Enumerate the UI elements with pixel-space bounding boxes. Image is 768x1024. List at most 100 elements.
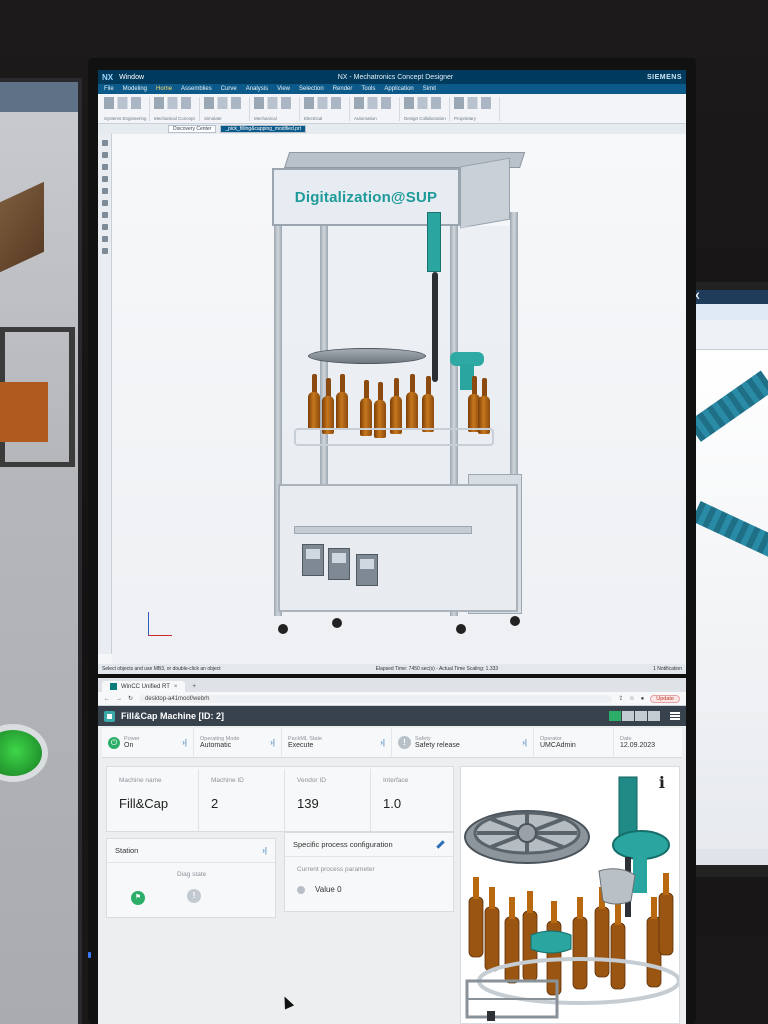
nx-title-bar: NX Window NX - Mechatronics Concept Desi… [98,70,686,84]
nx-3d-viewport[interactable]: Digitalization@SUP [112,134,686,664]
menu-tools[interactable]: Tools [361,86,375,92]
forward-icon[interactable]: → [116,696,122,702]
menu-application[interactable]: Application [384,86,413,92]
power-status[interactable]: ⏻ Power On ›| [102,728,194,757]
bottle-model [336,374,348,430]
ribbon-group[interactable]: Mechanical Concept [154,97,200,121]
edit-pencil-icon[interactable] [436,840,445,849]
resource-icon[interactable] [101,212,108,218]
resource-icon[interactable] [101,152,108,158]
nx-window: NX Window NX - Mechatronics Concept Desi… [98,70,686,674]
resource-icon[interactable] [101,248,108,254]
profile-icon[interactable]: ● [641,696,645,702]
hamburger-menu-icon[interactable] [670,712,680,720]
menu-file[interactable]: File [104,86,114,92]
machine-foot [332,618,342,628]
menu-assemblies[interactable]: Assemblies [181,86,212,92]
machine-info-card: Machine name Fill&Cap Machine ID 2 Vendo… [106,766,454,832]
machine-foot [510,616,520,626]
ribbon-group[interactable]: Proprietary [454,97,500,121]
machine-sign-side [460,157,510,229]
station-header[interactable]: Station ›| [107,839,275,863]
machine-status-bar: ⏻ Power On ›| Operating Mode Automatic ›| … [102,728,682,758]
left-monitor-toolbar [0,82,78,112]
app-header: Fill&Cap Machine [ID: 2] [98,706,686,726]
process-param-row: Value 0 [297,885,342,894]
state-indicator [609,711,660,721]
ribbon-group[interactable]: Simulate [204,97,250,121]
chevron-right-icon: ›| [262,846,267,855]
bookmark-star-icon[interactable]: ☆ [629,695,634,702]
wincc-browser-window: WinCC Unified RT × + ← → ↻ desktop-a41mo… [98,678,686,1024]
vendor-id-value: 139 [297,796,319,811]
green-button-icon[interactable] [0,724,48,782]
notification-count[interactable]: 1 Notification [653,666,682,672]
nx-menu-bar: File Modeling Home Assemblies Curve Anal… [98,84,686,94]
nx-logo: NX [102,72,114,82]
orange-crate-model [0,382,48,442]
info-icon[interactable]: i [659,773,665,792]
safety-status[interactable]: ! Safety Safety release ›| [392,728,534,757]
bottle-model [422,376,434,432]
menu-render[interactable]: Render [333,86,353,92]
process-config-header[interactable]: Specific process configuration [285,833,453,857]
resource-icon[interactable] [101,200,108,206]
packml-state-status[interactable]: PackML State Execute ›| [282,728,392,757]
resource-icon[interactable] [101,224,108,230]
sign-text: Digitalization@SUP [294,188,438,206]
ribbon-group[interactable]: Systems Engineering [104,97,150,121]
diag-state-label: Diag state [177,871,207,878]
right-menu-bar [684,304,768,320]
window-menu[interactable]: Window [119,74,144,81]
chevron-right-icon: ›| [380,738,385,747]
chevron-right-icon: ›| [270,738,275,747]
reload-icon[interactable]: ↻ [128,695,133,702]
update-button[interactable]: Update [650,694,680,703]
simulation-time: Elapsed Time: 7450 sec(s) - Actual Time … [375,666,499,672]
url-input[interactable]: desktop-a41moof/webrh [139,694,613,703]
new-tab-icon[interactable]: + [187,682,201,692]
menu-analysis[interactable]: Analysis [246,86,268,92]
browser-tab-strip: WinCC Unified RT × + [98,678,686,692]
param-status-icon [297,885,305,894]
menu-modeling[interactable]: Modeling [123,86,147,92]
status-cue: Select objects and use MB3, or double-cl… [102,666,221,672]
ribbon-group[interactable]: Mechanical [254,97,300,121]
ribbon-group[interactable]: Design Collaboration [404,97,450,121]
left-monitor-screen [0,82,78,1024]
ribbon-group[interactable]: Automation [354,97,400,121]
resource-icon[interactable] [101,164,108,170]
wincc-favicon-icon [110,683,117,690]
tower-model [427,212,441,272]
ribbon-group[interactable]: Electrical [304,97,350,121]
browser-tab[interactable]: WinCC Unified RT × [102,681,186,692]
cabinet-shelf [294,526,472,534]
process-param-label: Current process parameter [297,866,375,873]
tab-part-file[interactable]: _pick_filling&capping_modified.prt [220,125,306,133]
resource-icon[interactable] [101,236,108,242]
resource-icon[interactable] [101,140,108,146]
process-config-title: Specific process configuration [293,840,393,849]
menu-view[interactable]: View [277,86,290,92]
operating-mode-status[interactable]: Operating Mode Automatic ›| [194,728,282,757]
menu-selection[interactable]: Selection [299,86,324,92]
guide-rail [294,428,494,446]
operator-status: Operator UMCAdmin [534,728,614,757]
back-icon[interactable]: ← [104,696,110,702]
machine-id-tile: Machine ID 2 [201,769,285,831]
browser-address-bar: ← → ↻ desktop-a41moof/webrh ⇪ ☆ ● Update [98,692,686,706]
menu-home[interactable]: Home [156,86,172,92]
menu-curve[interactable]: Curve [221,86,237,92]
plc-module [302,544,324,576]
close-tab-icon[interactable]: × [174,684,178,690]
resource-icon[interactable] [101,176,108,182]
menu-simit[interactable]: Simit [423,86,436,92]
share-icon[interactable]: ⇪ [618,695,623,702]
fill-cap-machine-model: Digitalization@SUP [272,152,542,652]
resource-icon[interactable] [101,188,108,194]
diag-state-icon: ! [187,889,201,903]
tab-discovery-center[interactable]: Discovery Center [168,125,217,133]
process-param-value: Value 0 [315,885,342,894]
safety-warning-icon: ! [398,736,411,749]
bottle-model [390,378,402,434]
